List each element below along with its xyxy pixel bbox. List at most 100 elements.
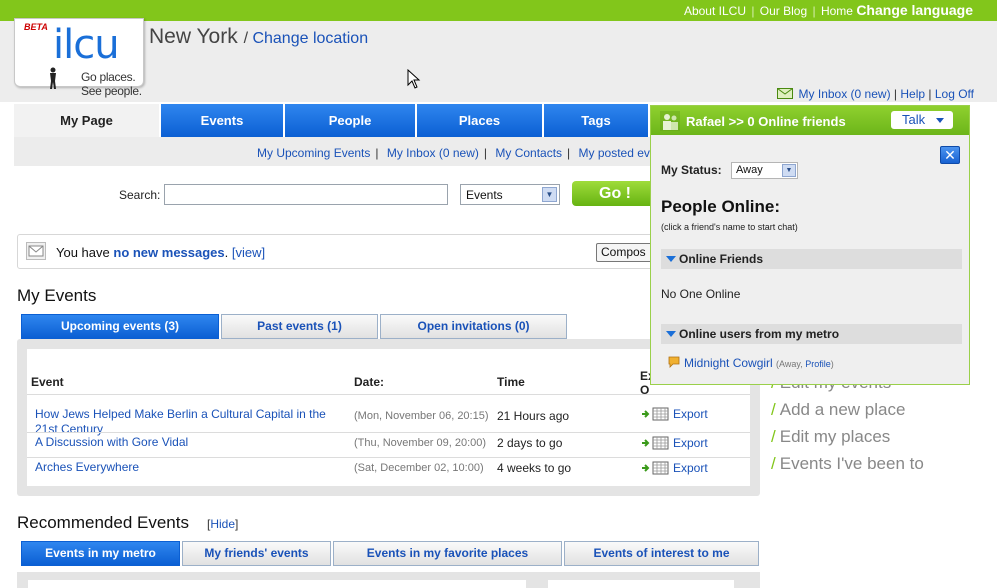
message-suffix: . xyxy=(224,245,229,260)
tab-events[interactable]: Events xyxy=(161,104,285,137)
calendar-export-icon xyxy=(642,461,669,475)
event-time: 2 days to go xyxy=(497,436,563,450)
tab-friends-events[interactable]: My friends' events xyxy=(182,541,331,566)
user-status: (Away, xyxy=(776,359,803,369)
table-row: A Discussion with Gore Vidal (Thu, Novem… xyxy=(27,432,750,457)
subnav: My Upcoming Events | My Inbox (0 new) | My… xyxy=(257,146,657,160)
blog-link[interactable]: Our Blog xyxy=(760,4,807,18)
search-category-value: Events xyxy=(466,188,503,202)
message-text: You have no new messages. [view] xyxy=(56,245,265,260)
chat-header: Rafael >> 0 Online friends Talk xyxy=(651,106,969,135)
inbox-link[interactable]: My Inbox (0 new) xyxy=(799,87,891,101)
top-bar: About ILCU | Our Blog | Home Change lang… xyxy=(0,0,997,21)
profile-link[interactable]: Profile xyxy=(805,359,831,369)
new-messages-link[interactable]: no new messages xyxy=(113,245,224,260)
person-icon xyxy=(50,67,56,89)
close-icon[interactable]: ✕ xyxy=(940,146,960,164)
go-button[interactable]: Go ! xyxy=(572,181,658,206)
status-select[interactable]: Away ▼ xyxy=(731,162,798,179)
tab-places[interactable]: Places xyxy=(417,104,544,137)
calendar-export-icon xyxy=(642,436,669,450)
chat-title: Rafael >> 0 Online friends xyxy=(686,114,846,129)
logo[interactable]: BETA ilcu Go places. See people. xyxy=(14,18,144,98)
search-input[interactable] xyxy=(164,184,448,205)
export-label: Export xyxy=(673,407,708,421)
status-value: Away xyxy=(736,164,763,176)
recommended-list xyxy=(28,580,526,588)
talk-label: Talk xyxy=(902,112,926,127)
logoff-link[interactable]: Log Off xyxy=(935,87,974,101)
export-link[interactable]: Export xyxy=(641,436,708,450)
search-category-select[interactable]: Events ▼ xyxy=(460,184,560,205)
subnav-inbox[interactable]: My Inbox (0 new) xyxy=(387,146,479,160)
tab-past-events[interactable]: Past events (1) xyxy=(221,314,378,339)
chat-bubble-icon xyxy=(668,356,680,368)
sidebar-add-place[interactable]: / Add a new place xyxy=(771,400,905,420)
tab-events-in-metro[interactable]: Events in my metro xyxy=(21,541,180,566)
about-link[interactable]: About ILCU xyxy=(684,4,746,18)
beta-badge: BETA xyxy=(24,22,48,32)
view-messages-link[interactable]: [view] xyxy=(232,245,265,260)
events-panel: Event Date: Time Ex O How Jews Helped Ma… xyxy=(17,339,760,496)
tab-tags[interactable]: Tags xyxy=(544,104,650,137)
export-label: Export xyxy=(673,461,708,475)
people-icon xyxy=(660,111,680,131)
event-time: 21 Hours ago xyxy=(497,409,570,423)
calendar-export-icon xyxy=(642,407,669,421)
tab-favorite-places-events[interactable]: Events in my favorite places xyxy=(333,541,562,566)
sidebar-label: Edit my places xyxy=(779,427,891,446)
sidebar-edit-places[interactable]: / Edit my places xyxy=(771,427,890,447)
sidebar-events-been-to[interactable]: / Events I've been to xyxy=(771,454,924,474)
export-link[interactable]: Export xyxy=(641,407,708,421)
top-links: About ILCU | Our Blog | Home Change lang… xyxy=(683,2,973,18)
event-link[interactable]: Arches Everywhere xyxy=(35,460,139,475)
envelope-icon xyxy=(776,88,793,99)
recommended-title: Recommended Events xyxy=(17,513,189,532)
tab-upcoming-events[interactable]: Upcoming events (3) xyxy=(21,314,219,339)
tab-people[interactable]: People xyxy=(285,104,417,137)
online-user-meta: (Away, Profile) xyxy=(776,359,834,369)
hide-link[interactable]: Hide xyxy=(210,517,235,531)
my-events-title: My Events xyxy=(17,286,97,305)
subnav-upcoming-events[interactable]: My Upcoming Events xyxy=(257,146,370,160)
header: BETA ilcu Go places. See people. New Yor… xyxy=(0,18,997,102)
talk-dropdown[interactable]: Talk xyxy=(891,111,953,129)
city-name: New York xyxy=(149,25,238,48)
tab-open-invitations[interactable]: Open invitations (0) xyxy=(380,314,567,339)
event-link[interactable]: A Discussion with Gore Vidal xyxy=(35,435,188,450)
event-time: 4 weeks to go xyxy=(497,461,572,475)
chevron-down-icon: ▼ xyxy=(782,164,796,177)
online-friends-section[interactable]: Online Friends xyxy=(661,249,962,269)
recommended-map xyxy=(548,580,734,588)
metro-users-section[interactable]: Online users from my metro xyxy=(661,324,962,344)
table-row: Arches Everywhere (Sat, December 02, 10:… xyxy=(27,457,750,483)
change-language-link[interactable]: Change language xyxy=(856,2,973,18)
table-row: How Jews Helped Make Berlin a Cultural C… xyxy=(27,394,750,436)
chevron-down-icon: ▼ xyxy=(542,187,557,202)
section-label: Online Friends xyxy=(679,252,764,266)
user-links: My Inbox (0 new) | Help | Log Off xyxy=(776,87,974,101)
col-time: Time xyxy=(497,375,525,389)
col-event: Event xyxy=(31,375,64,389)
sidebar-label: Add a new place xyxy=(779,400,906,419)
tab-interest-events[interactable]: Events of interest to me xyxy=(564,541,759,566)
help-link[interactable]: Help xyxy=(900,87,925,101)
subnav-posted-events[interactable]: My posted eve xyxy=(579,146,657,160)
export-label: Export xyxy=(673,436,708,450)
tab-my-page[interactable]: My Page xyxy=(14,104,161,137)
chat-panel: Rafael >> 0 Online friends Talk ✕ My Sta… xyxy=(650,105,970,385)
online-user-item: Midnight Cowgirl (Away, Profile) xyxy=(668,356,834,370)
collapse-triangle-icon xyxy=(666,331,676,337)
event-date: (Thu, November 09, 20:00) xyxy=(354,437,487,449)
change-location-link[interactable]: Change location xyxy=(252,30,368,47)
section-label: Online users from my metro xyxy=(679,327,840,341)
mail-icon xyxy=(26,242,46,260)
subnav-contacts[interactable]: My Contacts xyxy=(495,146,562,160)
online-user-name[interactable]: Midnight Cowgirl xyxy=(684,356,773,370)
people-online-heading: People Online: xyxy=(661,197,781,216)
export-link[interactable]: Export xyxy=(641,461,708,475)
status-label: My Status: xyxy=(661,163,722,177)
mouse-cursor-icon xyxy=(407,69,421,89)
logo-text: ilcu xyxy=(53,22,120,68)
home-link[interactable]: Home xyxy=(821,4,853,18)
